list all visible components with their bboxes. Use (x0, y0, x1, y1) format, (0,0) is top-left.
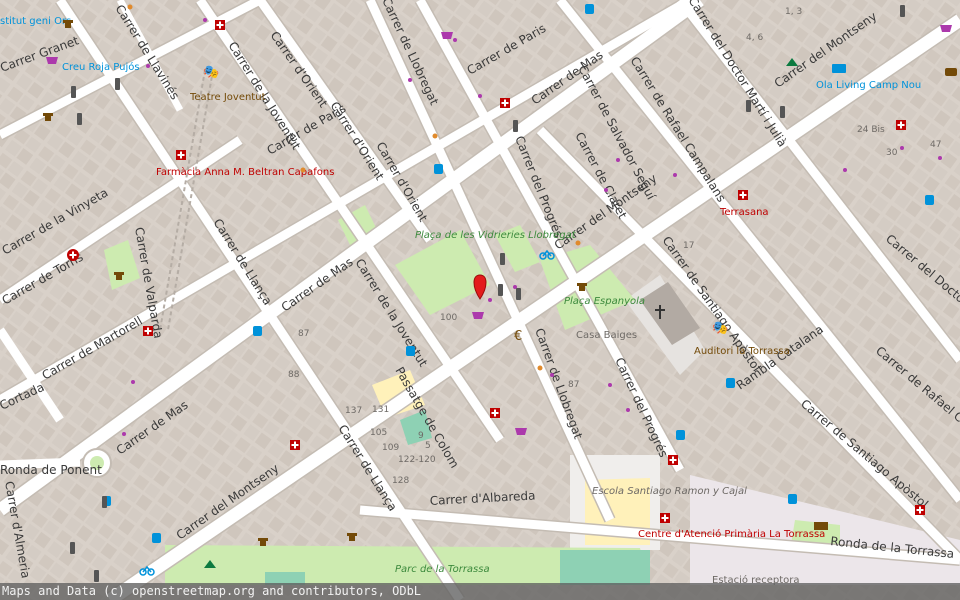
bus-stop-icon (434, 164, 443, 174)
shop-basket-icon (940, 25, 952, 32)
svg-text:17: 17 (683, 241, 694, 251)
hostel-icon (832, 64, 846, 73)
bus-stop-icon (726, 378, 735, 388)
street-label-ronda-ponent: Ronda de Ponent (0, 463, 102, 477)
svg-text:87: 87 (298, 329, 309, 339)
svg-text:4, 6: 4, 6 (746, 33, 763, 43)
svg-text:100: 100 (440, 313, 457, 323)
bus-stop-icon (676, 430, 685, 440)
picnic-icon (814, 522, 828, 530)
poi-label-teatre: Teatre Joventut (189, 92, 266, 103)
svg-text:47: 47 (930, 140, 941, 150)
svg-text:128: 128 (392, 476, 409, 486)
poi-label-casa-baiges: Casa Baiges (576, 330, 637, 341)
shop-basket-icon (441, 32, 453, 39)
bus-stop-icon (152, 533, 161, 543)
pharmacy-icon (915, 505, 925, 515)
svg-text:137: 137 (345, 406, 362, 416)
attribution-bar: Maps and Data (c) openstreetmap.org and … (0, 583, 960, 600)
poi-label-placa-vidrieries: Plaça de les Vidrieries Llobregat (415, 230, 577, 241)
shop-basket-icon (46, 57, 58, 64)
bus-stop-icon (406, 346, 415, 356)
pharmacy-icon (896, 120, 906, 130)
svg-text:30: 30 (886, 148, 898, 158)
pharmacy-icon (668, 455, 678, 465)
svg-text:1, 3: 1, 3 (785, 7, 802, 17)
shop-basket-icon (515, 428, 527, 435)
poi-label-creu-roja: Creu Roja Pujós (62, 61, 140, 73)
pharmacy-icon (660, 513, 670, 523)
poi-label-centre: Centre d'Atenció Primària La Torrassa (638, 528, 825, 540)
svg-text:122-120: 122-120 (398, 455, 436, 465)
svg-text:5: 5 (425, 441, 431, 451)
svg-text:24 Bis: 24 Bis (857, 125, 885, 135)
svg-text:88: 88 (288, 370, 300, 380)
poi-label-farmacia: Farmàcia Anna M. Beltran Capafons (156, 166, 334, 178)
svg-text:87: 87 (568, 380, 579, 390)
bus-stop-icon (788, 494, 797, 504)
svg-text:131: 131 (372, 405, 389, 415)
poi-label-terrasana: Terrasana (719, 207, 769, 218)
pharmacy-icon (290, 440, 300, 450)
pharmacy-icon (738, 190, 748, 200)
map-canvas[interactable]: Carrer de Llavinés Carrer Granet Carrer … (0, 0, 960, 600)
bus-stop-icon (585, 4, 594, 14)
doctor-icon (67, 249, 79, 261)
theatre-icon: 🎭 (203, 65, 219, 80)
poi-label-ola-living: Ola Living Camp Nou (816, 80, 921, 91)
pharmacy-icon (490, 408, 500, 418)
poi-label-parc: Parc de la Torrassa (395, 564, 490, 575)
atm-icon (945, 68, 957, 76)
poi-label-institut: stitut geni Ors (0, 16, 71, 27)
bus-stop-icon (925, 195, 934, 205)
bus-stop-icon (253, 326, 262, 336)
poi-label-placa-espanyola: Plaça Espanyola (564, 296, 645, 307)
svg-text:105: 105 (370, 428, 387, 438)
svg-text:9: 9 (418, 431, 424, 441)
poi-label-auditori: Auditori la Torrassa (694, 346, 790, 357)
poi-label-escola: Escola Santiago Ramon y Cajal (592, 486, 747, 497)
pharmacy-icon (143, 326, 153, 336)
pharmacy-icon (176, 150, 186, 160)
bank-icon: € (514, 329, 522, 344)
shop-basket-icon (472, 312, 484, 319)
pharmacy-icon (215, 20, 225, 30)
pharmacy-icon (500, 98, 510, 108)
svg-text:109: 109 (382, 443, 399, 453)
theatre-icon: 🎭 (712, 321, 728, 336)
